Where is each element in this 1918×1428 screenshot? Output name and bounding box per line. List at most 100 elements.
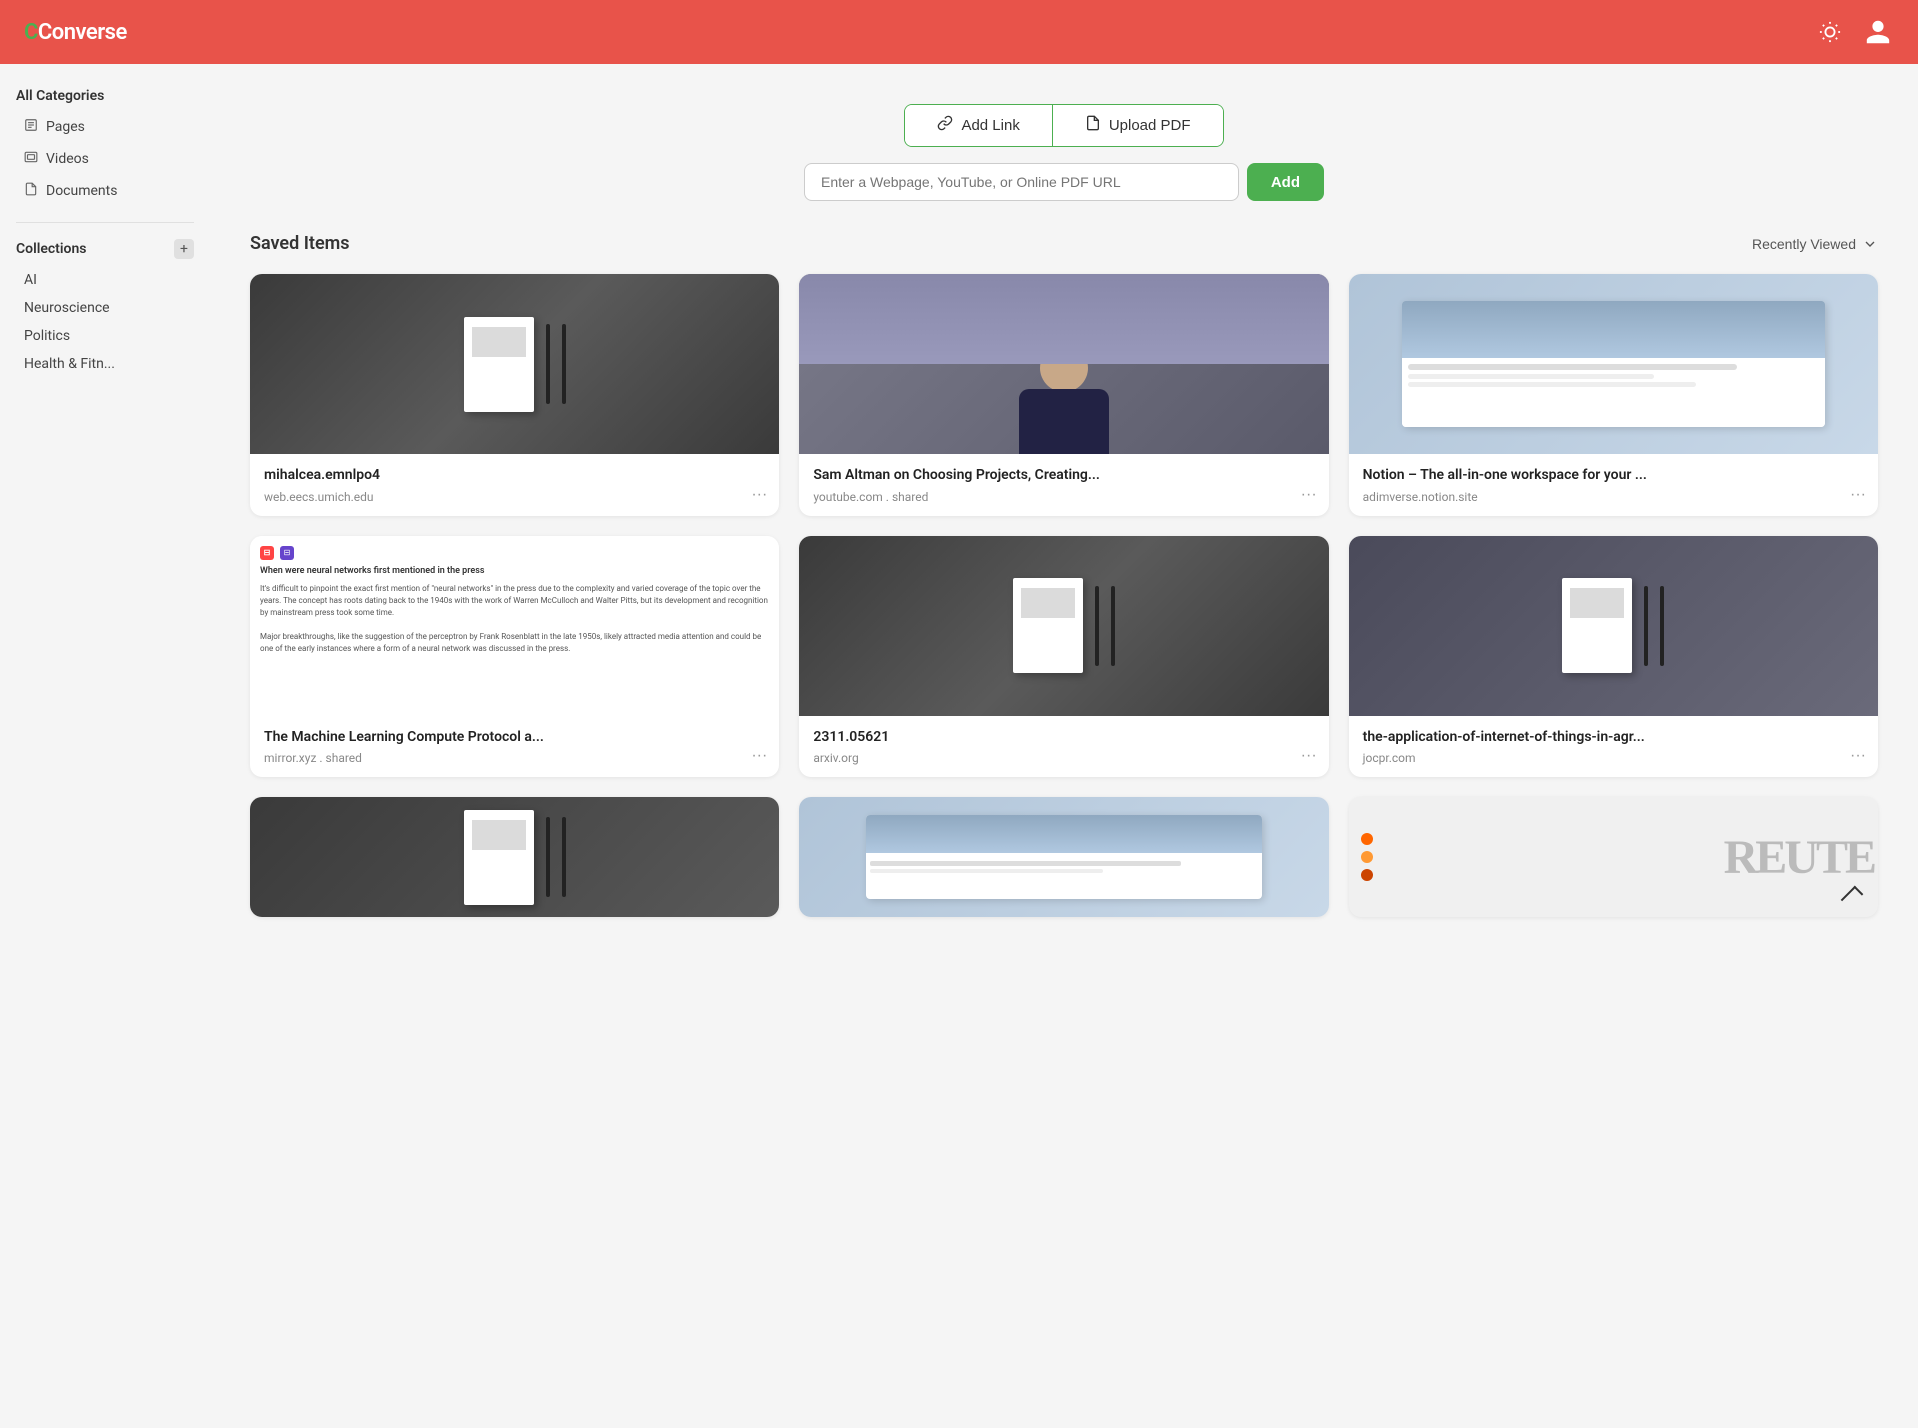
url-input-row: Add: [804, 163, 1324, 201]
card-body: The Machine Learning Compute Protocol a.…: [250, 716, 779, 778]
reuters-dot-light: [1361, 851, 1373, 863]
add-collection-button[interactable]: +: [174, 239, 194, 259]
sidebar-item-documents[interactable]: Documents: [16, 176, 194, 206]
pen-shape4: [1111, 586, 1115, 666]
bottom-cards-grid: REUTE: [250, 797, 1878, 917]
notion-visual: [1402, 301, 1825, 427]
pdf-icon: [1085, 115, 1101, 136]
card-title: mihalcea.emnlpo4: [264, 466, 765, 486]
doc-question: When were neural networks first mentione…: [260, 566, 485, 578]
main-container: All Categories Pages Videos: [0, 0, 1918, 1428]
search-section: Add Link Upload PDF Add: [250, 64, 1878, 233]
card-image-book1: [250, 274, 779, 454]
cursor-indicator: [1841, 886, 1864, 909]
sidebar: All Categories Pages Videos: [0, 64, 210, 1428]
card-title: The Machine Learning Compute Protocol a.…: [264, 728, 765, 748]
saved-items-title: Saved Items: [250, 233, 350, 254]
sidebar-item-videos-label: Videos: [46, 151, 89, 167]
pen-shape3: [1095, 586, 1099, 666]
card-image-video: [799, 274, 1328, 454]
card-image-book3: [1349, 536, 1878, 716]
sidebar-collection-neuroscience[interactable]: Neuroscience: [16, 295, 194, 321]
sidebar-collection-health[interactable]: Health & Fitn...: [16, 351, 194, 377]
card-title: Sam Altman on Choosing Projects, Creatin…: [813, 466, 1314, 486]
bottom-card-3[interactable]: REUTE: [1349, 797, 1878, 917]
collections-header: Collections +: [16, 239, 194, 259]
pen-shape2: [562, 324, 566, 404]
card-menu-button[interactable]: ···: [751, 486, 767, 504]
card-title: 2311.05621: [813, 728, 1314, 748]
bottom-notion-visual: [866, 815, 1263, 899]
bottom-card-1[interactable]: [250, 797, 779, 917]
doc-content: It's difficult to pinpoint the exact fir…: [260, 583, 769, 655]
link-icon: [937, 115, 953, 136]
bottom-card-2[interactable]: [799, 797, 1328, 917]
sidebar-item-pages[interactable]: Pages: [16, 112, 194, 142]
reuters-dot-dark: [1361, 869, 1373, 881]
add-link-label: Add Link: [961, 117, 1019, 134]
card-image-notion: [1349, 274, 1878, 454]
documents-icon: [24, 182, 38, 200]
cards-grid: mihalcea.emnlpo4 web.eecs.umich.edu ···: [250, 274, 1878, 777]
card-menu-button[interactable]: ···: [1850, 747, 1866, 765]
logo-text: Converse: [38, 20, 127, 45]
card-image-book2: [799, 536, 1328, 716]
book-shape2: [1013, 578, 1083, 673]
logo: CConverse: [24, 20, 127, 45]
card-menu-button[interactable]: ···: [1301, 747, 1317, 765]
collections-title: Collections: [16, 241, 86, 257]
sidebar-collection-ai[interactable]: AI: [16, 267, 194, 293]
pages-icon: [24, 118, 38, 136]
saved-items-header: Saved Items Recently Viewed: [250, 233, 1878, 254]
book-shape: [464, 317, 534, 412]
card-url: web.eecs.umich.edu: [264, 490, 765, 504]
card-iot[interactable]: the-application-of-internet-of-things-in…: [1349, 536, 1878, 778]
upload-pdf-tab[interactable]: Upload PDF: [1053, 105, 1223, 146]
card-title: Notion – The all-in-one workspace for yo…: [1363, 466, 1864, 486]
videos-icon: [24, 150, 38, 168]
book-visual: [464, 317, 566, 412]
card-title: the-application-of-internet-of-things-in…: [1363, 728, 1864, 748]
card-url: mirror.xyz . shared: [264, 751, 765, 765]
card-menu-button[interactable]: ···: [1850, 486, 1866, 504]
sidebar-item-documents-label: Documents: [46, 183, 117, 199]
card-url: youtube.com . shared: [813, 490, 1314, 504]
add-button[interactable]: Add: [1247, 163, 1324, 201]
recently-viewed-label: Recently Viewed: [1752, 236, 1856, 252]
card-sam-altman[interactable]: Sam Altman on Choosing Projects, Creatin…: [799, 274, 1328, 516]
bottom-book-visual: [464, 810, 566, 905]
sidebar-divider: [16, 222, 194, 223]
input-type-tabs: Add Link Upload PDF: [904, 104, 1223, 147]
sidebar-item-pages-label: Pages: [46, 119, 85, 135]
reuters-dot-orange: [1361, 833, 1373, 845]
all-categories-label: All Categories: [16, 88, 194, 104]
card-menu-button[interactable]: ···: [751, 747, 767, 765]
bottom-pen2: [562, 817, 566, 897]
card-body: Sam Altman on Choosing Projects, Creatin…: [799, 454, 1328, 516]
url-input[interactable]: [804, 163, 1239, 201]
sidebar-collection-politics[interactable]: Politics: [16, 323, 194, 349]
book-visual2: [1013, 578, 1115, 673]
pen-shape6: [1660, 586, 1664, 666]
card-arxiv[interactable]: 2311.05621 arxiv.org ···: [799, 536, 1328, 778]
recently-viewed-button[interactable]: Recently Viewed: [1752, 236, 1878, 252]
card-notion[interactable]: Notion – The all-in-one workspace for yo…: [1349, 274, 1878, 516]
logo-c: C: [24, 20, 38, 45]
book-shape3: [1562, 578, 1632, 673]
card-ml-compute[interactable]: ⊟ ⊟ When were neural networks first ment…: [250, 536, 779, 778]
reuters-dots-container: [1361, 833, 1373, 881]
card-url: arxiv.org: [813, 751, 1314, 765]
bottom-pen1: [546, 817, 550, 897]
card-url: adimverse.notion.site: [1363, 490, 1864, 504]
pen-shape5: [1644, 586, 1648, 666]
upload-pdf-label: Upload PDF: [1109, 117, 1191, 134]
sidebar-item-videos[interactable]: Videos: [16, 144, 194, 174]
pen-shape: [546, 324, 550, 404]
card-body: 2311.05621 arxiv.org ···: [799, 716, 1328, 778]
user-avatar-icon[interactable]: [1862, 16, 1894, 48]
card-mihalcea[interactable]: mihalcea.emnlpo4 web.eecs.umich.edu ···: [250, 274, 779, 516]
add-link-tab[interactable]: Add Link: [905, 105, 1052, 146]
card-menu-button[interactable]: ···: [1301, 486, 1317, 504]
theme-toggle-icon[interactable]: [1814, 16, 1846, 48]
bottom-book-shape: [464, 810, 534, 905]
